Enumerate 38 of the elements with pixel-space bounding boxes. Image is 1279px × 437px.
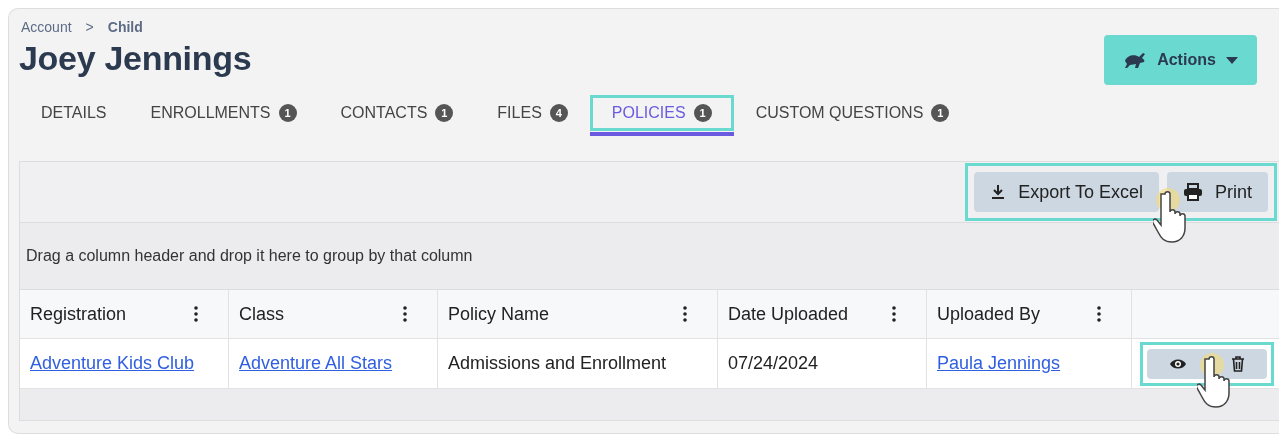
table-cell: 07/24/2024 (728, 353, 819, 374)
export-button[interactable]: Export To Excel (974, 172, 1159, 212)
column-header[interactable]: Date Uploaded (728, 303, 849, 325)
breadcrumb-separator: > (85, 19, 94, 35)
tab[interactable]: FILES 4 (475, 95, 590, 131)
column-menu-icon[interactable] (403, 306, 407, 322)
caret-down-icon (1225, 56, 1238, 64)
tab[interactable]: CONTACTS 1 (318, 95, 476, 131)
table-link[interactable]: Adventure Kids Club (30, 353, 195, 374)
breadcrumb-current: Child (107, 19, 143, 35)
count-badge: 1 (693, 104, 712, 122)
view-eye-icon[interactable] (1169, 357, 1187, 370)
count-badge: 1 (931, 104, 950, 122)
table-link[interactable]: Paula Jennings (937, 353, 1061, 374)
column-header[interactable]: Registration (30, 303, 127, 325)
group-by-hint: Drag a column header and drop it here to group by that column (25, 246, 474, 266)
column-header[interactable]: Class (239, 303, 284, 325)
table-link[interactable]: Adventure All Stars (239, 353, 393, 374)
actions-button[interactable]: Actions (1104, 35, 1257, 85)
column-menu-icon[interactable] (892, 306, 896, 322)
tab[interactable]: ENROLLMENTS 1 (128, 95, 319, 131)
tab[interactable]: DETAILS (19, 95, 129, 131)
download-icon (990, 184, 1007, 200)
breadcrumb-link[interactable]: Account (21, 19, 72, 35)
column-menu-icon[interactable] (194, 306, 198, 322)
column-menu-icon[interactable] (683, 306, 687, 322)
column-header[interactable]: Uploaded By (937, 303, 1041, 325)
count-badge: 4 (549, 104, 568, 122)
count-badge: 1 (278, 104, 297, 122)
table-cell: Admissions and Enrollment (448, 353, 667, 374)
column-header[interactable]: Policy Name (448, 303, 550, 325)
printer-icon (1183, 183, 1203, 201)
print-button[interactable]: Print (1167, 172, 1268, 212)
column-menu-icon[interactable] (1097, 306, 1101, 322)
trash-icon[interactable] (1231, 355, 1245, 372)
tab[interactable]: CUSTOM QUESTIONS 1 (733, 95, 972, 131)
count-badge: 1 (435, 104, 454, 122)
page-title: Joey Jennings (19, 39, 252, 78)
